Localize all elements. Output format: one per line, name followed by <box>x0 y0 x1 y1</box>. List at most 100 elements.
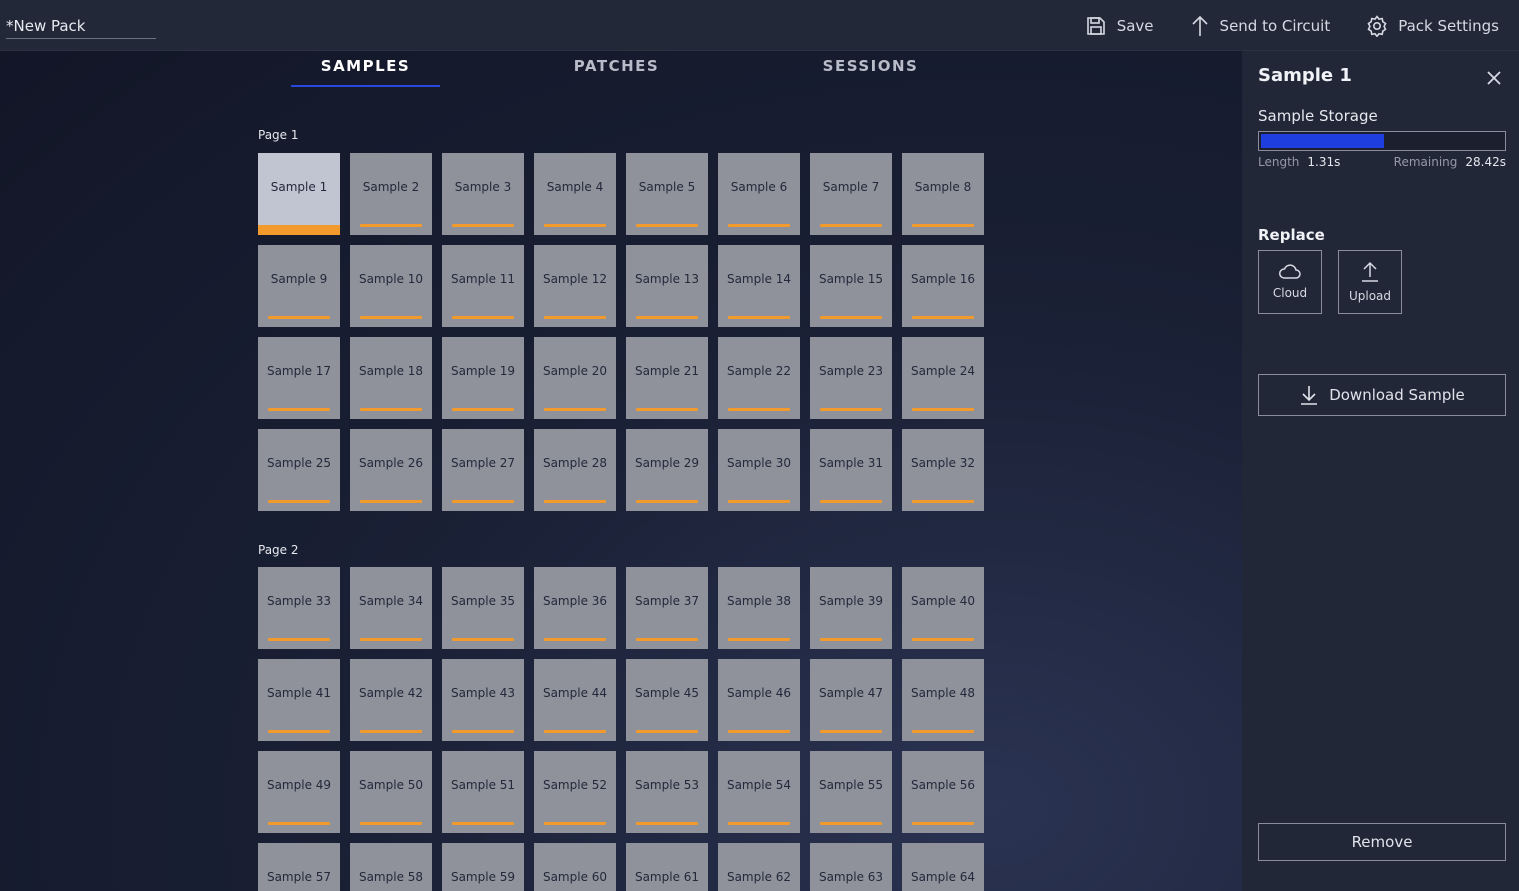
sample-pad[interactable]: Sample 39 <box>810 567 892 649</box>
sample-pad[interactable]: Sample 9 <box>258 245 340 327</box>
sample-pad-label: Sample 51 <box>450 778 516 792</box>
sample-pad[interactable]: Sample 53 <box>626 751 708 833</box>
sample-pad[interactable]: Sample 43 <box>442 659 524 741</box>
sample-pad[interactable]: Sample 55 <box>810 751 892 833</box>
sample-pad[interactable]: Sample 16 <box>902 245 984 327</box>
sample-pad[interactable]: Sample 46 <box>718 659 800 741</box>
sample-pad[interactable]: Sample 35 <box>442 567 524 649</box>
sample-pad-label: Sample 12 <box>542 272 608 286</box>
sample-pad[interactable]: Sample 47 <box>810 659 892 741</box>
sample-pad[interactable]: Sample 59 <box>442 843 524 891</box>
sample-pad[interactable]: Sample 31 <box>810 429 892 511</box>
sample-pad-label: Sample 43 <box>450 686 516 700</box>
sample-pad-bar <box>452 316 514 319</box>
sample-pad-label: Sample 59 <box>450 870 516 884</box>
sample-pad[interactable]: Sample 61 <box>626 843 708 891</box>
tab-samples[interactable]: SAMPLES <box>291 57 440 87</box>
sample-pad[interactable]: Sample 54 <box>718 751 800 833</box>
sample-pad[interactable]: Sample 41 <box>258 659 340 741</box>
sample-pad[interactable]: Sample 8 <box>902 153 984 235</box>
tab-sessions[interactable]: SESSIONS <box>796 57 945 87</box>
download-icon <box>1301 386 1318 405</box>
sample-pad[interactable]: Sample 24 <box>902 337 984 419</box>
sample-pad-bar <box>636 822 698 825</box>
main-area: SAMPLES PATCHES SESSIONS Page 1 Sample 1… <box>0 51 1242 891</box>
sample-pad[interactable]: Sample 33 <box>258 567 340 649</box>
sample-pad[interactable]: Sample 48 <box>902 659 984 741</box>
pack-settings-button[interactable]: Pack Settings <box>1366 14 1499 37</box>
sample-pad[interactable]: Sample 37 <box>626 567 708 649</box>
sample-pad[interactable]: Sample 17 <box>258 337 340 419</box>
sample-pad-label: Sample 6 <box>730 180 788 194</box>
sample-pad[interactable]: Sample 23 <box>810 337 892 419</box>
gear-icon <box>1367 14 1387 37</box>
download-sample-button[interactable]: Download Sample <box>1258 374 1506 416</box>
sample-pad[interactable]: Sample 13 <box>626 245 708 327</box>
sample-pad-label: Sample 33 <box>266 594 332 608</box>
upload-icon <box>1362 261 1378 282</box>
sample-pad[interactable]: Sample 28 <box>534 429 616 511</box>
sample-pad[interactable]: Sample 12 <box>534 245 616 327</box>
sample-pad[interactable]: Sample 51 <box>442 751 524 833</box>
sample-pad-label: Sample 40 <box>910 594 976 608</box>
remove-button[interactable]: Remove <box>1258 823 1506 861</box>
sample-pad[interactable]: Sample 32 <box>902 429 984 511</box>
sample-pad[interactable]: Sample 29 <box>626 429 708 511</box>
sample-pad[interactable]: Sample 1 <box>258 153 340 235</box>
sample-pad[interactable]: Sample 34 <box>350 567 432 649</box>
sample-pad[interactable]: Sample 7 <box>810 153 892 235</box>
sample-pad[interactable]: Sample 6 <box>718 153 800 235</box>
sample-pad[interactable]: Sample 26 <box>350 429 432 511</box>
sample-pad[interactable]: Sample 20 <box>534 337 616 419</box>
sample-pad-label: Sample 9 <box>270 272 328 286</box>
sample-pad[interactable]: Sample 44 <box>534 659 616 741</box>
sample-pad[interactable]: Sample 60 <box>534 843 616 891</box>
sample-pad[interactable]: Sample 25 <box>258 429 340 511</box>
sample-pad[interactable]: Sample 56 <box>902 751 984 833</box>
sample-pad[interactable]: Sample 10 <box>350 245 432 327</box>
save-button[interactable]: Save <box>1085 15 1154 37</box>
sample-pad[interactable]: Sample 19 <box>442 337 524 419</box>
sample-pad-label: Sample 35 <box>450 594 516 608</box>
sample-pad-label: Sample 1 <box>270 180 328 194</box>
sample-pad[interactable]: Sample 30 <box>718 429 800 511</box>
sample-pad[interactable]: Sample 15 <box>810 245 892 327</box>
sample-pad-label: Sample 27 <box>450 456 516 470</box>
sample-pad[interactable]: Sample 36 <box>534 567 616 649</box>
sample-pad[interactable]: Sample 57 <box>258 843 340 891</box>
sample-pad-label: Sample 47 <box>818 686 884 700</box>
sample-pad[interactable]: Sample 58 <box>350 843 432 891</box>
sample-pad[interactable]: Sample 14 <box>718 245 800 327</box>
sample-pad[interactable]: Sample 3 <box>442 153 524 235</box>
sample-pad[interactable]: Sample 40 <box>902 567 984 649</box>
sample-pad[interactable]: Sample 64 <box>902 843 984 891</box>
sample-pad[interactable]: Sample 49 <box>258 751 340 833</box>
sample-pad[interactable]: Sample 42 <box>350 659 432 741</box>
send-to-circuit-button[interactable]: Send to Circuit <box>1190 15 1330 37</box>
sample-pad[interactable]: Sample 22 <box>718 337 800 419</box>
sample-pad[interactable]: Sample 38 <box>718 567 800 649</box>
sample-pad[interactable]: Sample 11 <box>442 245 524 327</box>
sample-pad-bar <box>636 500 698 503</box>
pack-name-input[interactable] <box>6 14 156 39</box>
sample-pad[interactable]: Sample 4 <box>534 153 616 235</box>
cloud-button[interactable]: Cloud <box>1258 250 1322 314</box>
sample-pad[interactable]: Sample 45 <box>626 659 708 741</box>
sample-pad[interactable]: Sample 18 <box>350 337 432 419</box>
sample-pad[interactable]: Sample 21 <box>626 337 708 419</box>
upload-button[interactable]: Upload <box>1338 250 1402 314</box>
sample-pad[interactable]: Sample 2 <box>350 153 432 235</box>
sample-pad-bar <box>544 408 606 411</box>
sample-pad[interactable]: Sample 52 <box>534 751 616 833</box>
sample-pad[interactable]: Sample 62 <box>718 843 800 891</box>
tab-patches[interactable]: PATCHES <box>542 57 691 87</box>
sample-pad[interactable]: Sample 63 <box>810 843 892 891</box>
sample-pad-label: Sample 61 <box>634 870 700 884</box>
sample-pad-bar <box>912 822 974 825</box>
sample-pad[interactable]: Sample 50 <box>350 751 432 833</box>
sample-pad[interactable]: Sample 27 <box>442 429 524 511</box>
sample-pad-label: Sample 30 <box>726 456 792 470</box>
sample-pad[interactable]: Sample 5 <box>626 153 708 235</box>
sample-pad-label: Sample 45 <box>634 686 700 700</box>
close-icon[interactable] <box>1485 69 1503 87</box>
